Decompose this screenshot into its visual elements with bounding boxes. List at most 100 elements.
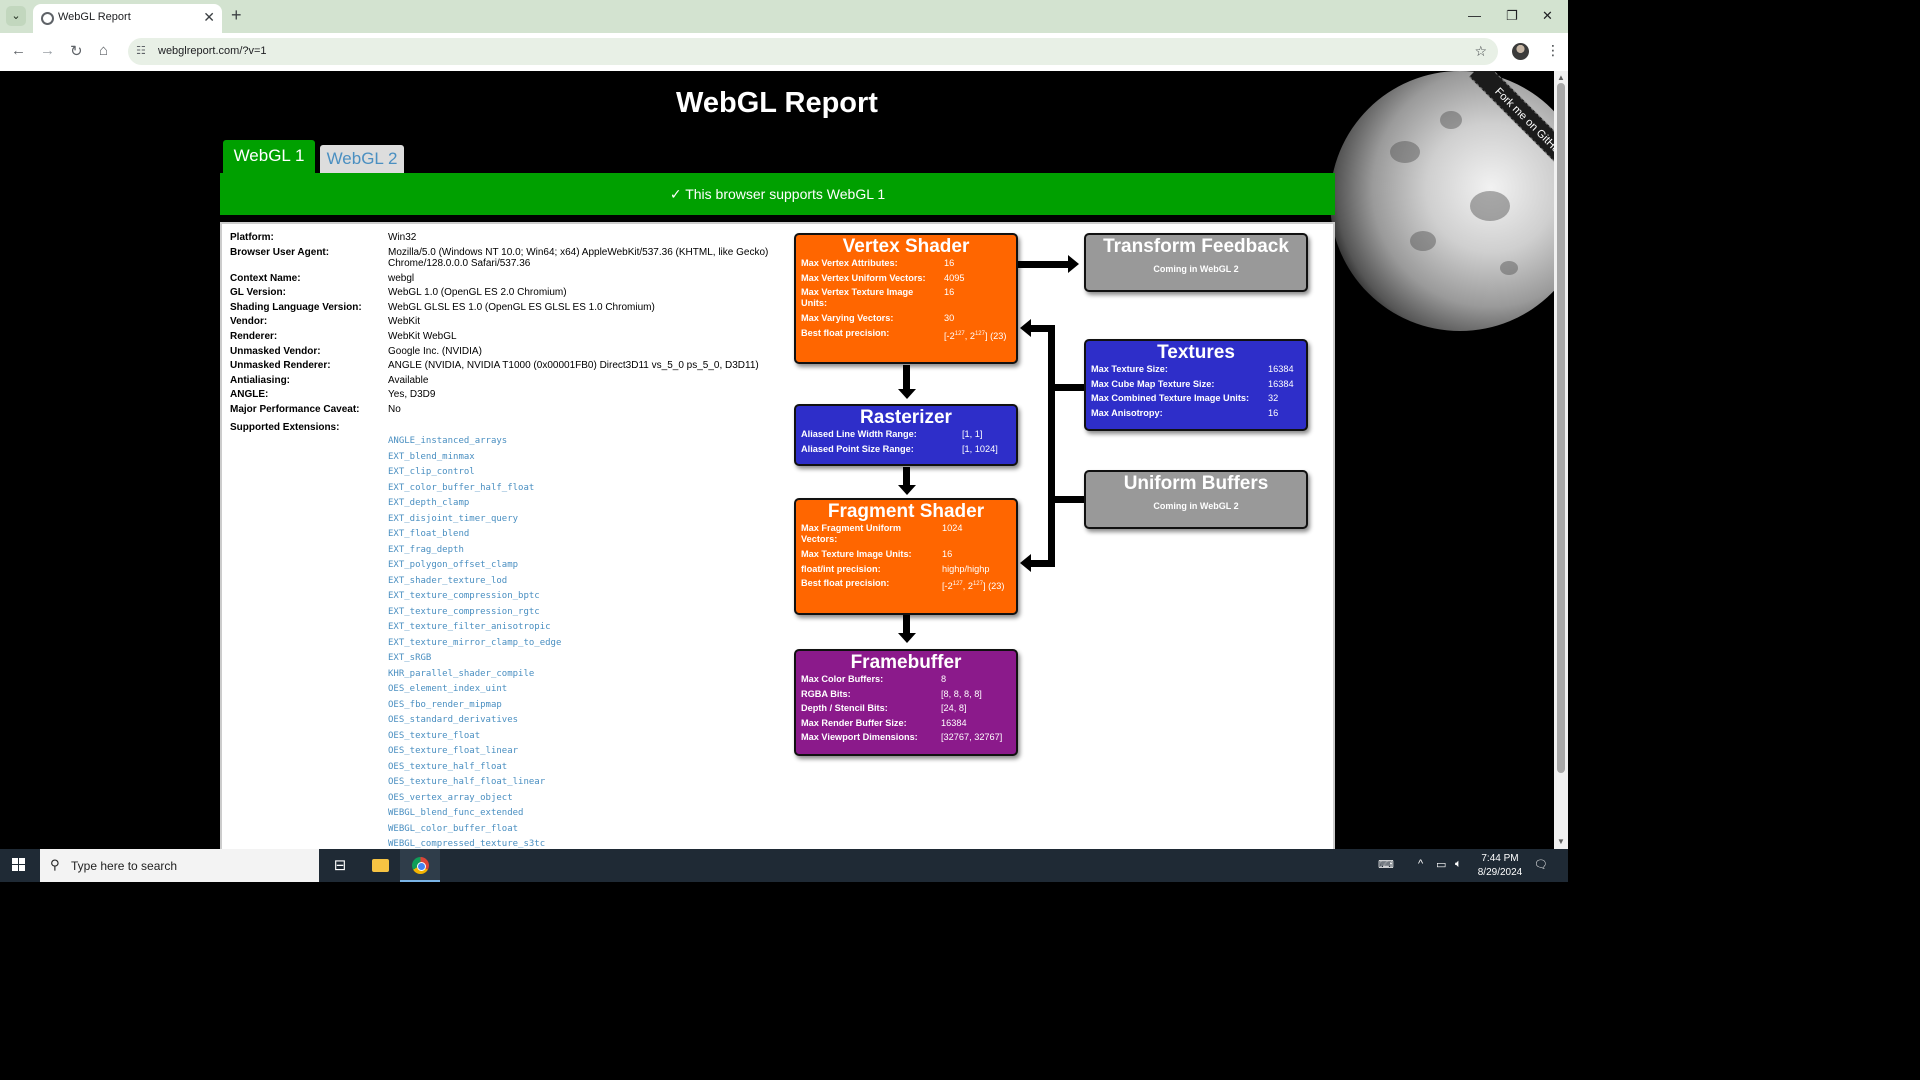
taskbar-search-box[interactable]: ⚲ Type here to search [40,849,319,882]
volume-icon[interactable]: 🔈︎ [1455,858,1462,871]
stat-value: 16384 [1268,364,1294,374]
stat-row: Best float precision: [-2127, 2127] (23) [796,578,1016,593]
taskbar-clock[interactable]: 7:44 PM 8/29/2024 [1470,852,1530,880]
extension-link[interactable]: ANGLE_instanced_arrays [388,436,561,452]
bookmark-star-icon[interactable]: ☆ [1474,43,1487,60]
tab-search-chevron-icon[interactable]: ⌄ [6,6,26,26]
new-tab-button[interactable]: + [231,5,242,26]
site-info-icon[interactable]: ☷ [136,44,146,57]
info-value: WebGL GLSL ES 1.0 (OpenGL ES GLSL ES 1.0… [388,301,655,313]
forward-arrow-icon[interactable]: → [40,42,55,59]
support-status-banner: ✓ This browser supports WebGL 1 [220,173,1335,215]
info-row: Browser User Agent: Mozilla/5.0 (Windows … [230,247,790,273]
info-row: Platform: Win32 [230,232,790,247]
stat-label: Max Vertex Uniform Vectors: [801,272,926,283]
scrollbar-thumb[interactable] [1557,83,1565,773]
stat-value: 16 [942,549,953,559]
windows-start-icon[interactable] [12,858,26,872]
extension-link[interactable]: EXT_disjoint_timer_query [388,514,561,530]
extension-link[interactable]: EXT_float_blend [388,529,561,545]
browser-tab[interactable]: WebGL Report ✕ [33,4,222,33]
transform-feedback-box: Transform Feedback Coming in WebGL 2 [1084,233,1308,292]
extension-link[interactable]: EXT_shader_texture_lod [388,576,561,592]
scroll-up-icon[interactable]: ▲ [1557,73,1565,82]
extensions-list: ANGLE_instanced_arrays EXT_blend_minmax … [388,436,561,849]
url-text[interactable]: webglreport.com/?v=1 [158,45,267,57]
restore-icon[interactable]: ❐ [1506,8,1518,24]
task-view-icon[interactable]: ⊟ [320,849,360,882]
textures-box: Textures Max Texture Size: 16384 Max Cube… [1084,339,1308,431]
window-close-icon[interactable]: ✕ [1542,8,1553,24]
keyboard-icon[interactable]: ⌨ [1378,858,1394,871]
info-value: WebGL 1.0 (OpenGL ES 2.0 Chromium) [388,287,567,299]
extension-link[interactable]: OES_texture_half_float_linear [388,777,561,793]
extension-link[interactable]: KHR_parallel_shader_compile [388,669,561,685]
transform-feedback-note: Coming in WebGL 2 [1153,264,1239,274]
info-row: Vendor: WebKit [230,316,790,331]
extension-link[interactable]: EXT_frag_depth [388,545,561,561]
notifications-icon[interactable]: 🗨︎ [1534,858,1548,871]
home-icon[interactable]: ⌂ [99,42,108,59]
uniform-buffers-note: Coming in WebGL 2 [1153,501,1239,511]
info-value: ANGLE (NVIDIA, NVIDIA T1000 (0x00001FB0)… [388,360,759,372]
tray-chevron-icon[interactable]: ^ [1418,858,1423,870]
extension-link[interactable]: EXT_texture_mirror_clamp_to_edge [388,638,561,654]
info-key: Unmasked Vendor: [230,345,321,357]
stat-label: Max Cube Map Texture Size: [1091,378,1215,389]
extension-link[interactable]: OES_fbo_render_mipmap [388,700,561,716]
extension-link[interactable]: WEBGL_color_buffer_float [388,824,561,840]
stat-row: Max Fragment Uniform Vectors: 1024 [796,523,1016,549]
extension-link[interactable]: EXT_sRGB [388,653,561,669]
network-icon[interactable]: ▭ [1436,858,1446,871]
stat-value: 30 [944,313,955,324]
minimize-icon[interactable]: — [1468,8,1481,23]
extension-link[interactable]: EXT_color_buffer_half_float [388,483,561,499]
extension-link[interactable]: OES_texture_float [388,731,561,747]
reload-icon[interactable]: ↻ [70,42,83,60]
address-bar[interactable]: ☷ webglreport.com/?v=1 ☆ [128,38,1498,65]
stat-label: float/int precision: [801,563,881,574]
extension-link[interactable]: WEBGL_blend_func_extended [388,808,561,824]
extension-link[interactable]: EXT_texture_filter_anisotropic [388,622,561,638]
stat-label: Aliased Point Size Range: [801,443,914,454]
extension-link[interactable]: OES_element_index_uint [388,684,561,700]
arrow-bus-vertical [1048,325,1055,567]
extension-link[interactable]: EXT_texture_compression_bptc [388,591,561,607]
stat-label: Max Render Buffer Size: [801,717,907,728]
file-explorer-icon[interactable] [360,849,400,882]
extension-link[interactable]: EXT_depth_clamp [388,498,561,514]
extension-link[interactable]: OES_standard_derivatives [388,715,561,731]
arrow-bus-to-fragment [1030,560,1055,567]
stat-label: Max Viewport Dimensions: [801,732,918,743]
extension-link[interactable]: EXT_clip_control [388,467,561,483]
tab-webgl-1[interactable]: WebGL 1 [223,140,315,174]
tab-webgl-2[interactable]: WebGL 2 [320,145,404,173]
extension-link[interactable]: OES_texture_float_linear [388,746,561,762]
close-tab-icon[interactable]: ✕ [203,9,215,26]
stat-row: Max Texture Size: 16384 [1086,364,1306,379]
arrow-bus-to-vertex [1030,325,1055,332]
extension-link[interactable]: EXT_blend_minmax [388,452,561,468]
arrow-textures-to-bus [1048,384,1085,391]
extension-link[interactable]: EXT_texture_compression_rgtc [388,607,561,623]
info-key: ANGLE: [230,389,269,401]
profile-avatar[interactable] [1512,43,1529,60]
stat-row: float/int precision: highp/highp [796,564,1016,579]
page-scrollbar[interactable]: ▲ ▼ [1554,71,1568,849]
extension-link[interactable]: OES_texture_half_float [388,762,561,778]
menu-kebab-icon[interactable]: ⋮ [1546,42,1560,59]
extension-link[interactable]: WEBGL_compressed_texture_s3tc [388,839,561,849]
chrome-taskbar-icon[interactable] [400,849,440,882]
info-key: Renderer: [230,330,278,342]
stat-label: Aliased Line Width Range: [801,429,917,439]
stat-row: Max Vertex Uniform Vectors: 4095 [796,273,1016,288]
stat-label: Max Texture Image Units: [801,549,912,559]
scroll-down-icon[interactable]: ▼ [1557,837,1565,846]
extension-link[interactable]: EXT_polygon_offset_clamp [388,560,561,576]
fragment-shader-box: Fragment Shader Max Fragment Uniform Vec… [794,498,1018,615]
extension-link[interactable]: OES_vertex_array_object [388,793,561,809]
uniform-buffers-title: Uniform Buffers [1123,473,1269,494]
back-arrow-icon[interactable]: ← [11,42,26,59]
arrowhead-left-icon [1020,554,1031,572]
stat-row: Max Varying Vectors: 30 [796,313,1016,328]
